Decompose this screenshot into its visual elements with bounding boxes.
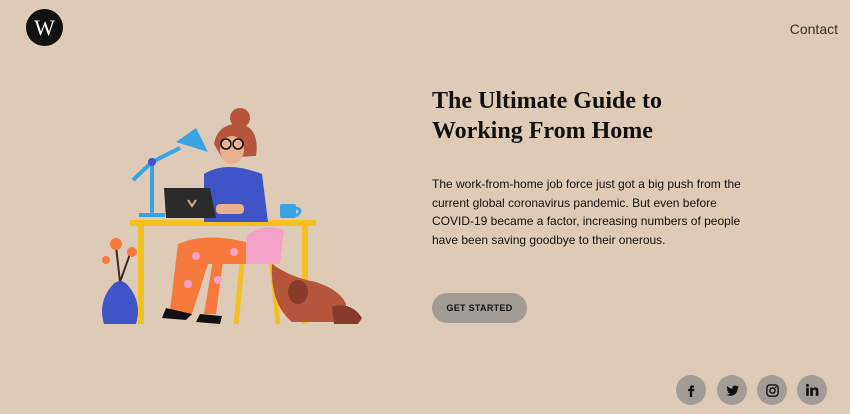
laptop	[164, 188, 216, 218]
hero-title: The Ultimate Guide to Working From Home	[432, 86, 762, 146]
instagram-link[interactable]	[757, 375, 787, 405]
facebook-link[interactable]	[676, 375, 706, 405]
brand-logo[interactable]: W	[26, 9, 63, 46]
linkedin-icon	[806, 383, 819, 396]
dog	[271, 264, 362, 324]
flower-vase	[102, 238, 138, 324]
instagram-icon	[765, 383, 779, 397]
twitter-link[interactable]	[717, 375, 747, 405]
hero-description: The work-from-home job force just got a …	[432, 177, 741, 247]
nav-contact-link[interactable]: Contact	[790, 21, 838, 37]
facebook-icon	[688, 385, 695, 397]
person-legs	[162, 237, 246, 324]
hero-title-line-2: Working From Home	[432, 118, 653, 144]
linkedin-link[interactable]	[797, 375, 827, 405]
person-head	[214, 108, 257, 164]
twitter-icon	[725, 384, 739, 396]
work-from-home-illustration	[102, 108, 362, 325]
mug	[280, 204, 302, 218]
get-started-button[interactable]: GET STARTED	[432, 293, 527, 323]
logo-letter: W	[34, 14, 55, 40]
hero-title-line-1: The Ultimate Guide to	[432, 88, 662, 114]
